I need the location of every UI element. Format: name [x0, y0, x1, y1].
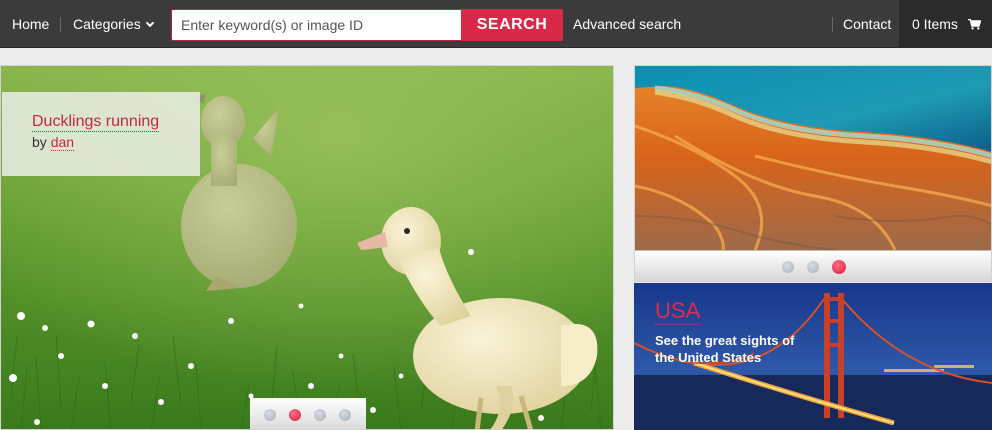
nav-categories-label: Categories	[73, 16, 141, 32]
hot-spring-photo	[635, 66, 991, 251]
hero-author-link[interactable]: dan	[50, 134, 75, 151]
usa-title-link[interactable]: USA	[655, 298, 701, 325]
cart-count: 0 Items	[912, 16, 958, 32]
contact-link[interactable]: Contact	[843, 0, 891, 48]
hero-caption: Ducklings running by dan	[2, 92, 200, 176]
hero-slide-dot-2[interactable]	[289, 409, 301, 421]
nav-separator	[832, 17, 833, 32]
feature-top-pagination	[635, 250, 991, 281]
usa-subtitle: See the great sights of the United State…	[655, 333, 795, 365]
feature-slide-dot-3[interactable]	[832, 260, 846, 274]
nav-home-link[interactable]: Home	[12, 0, 49, 48]
nav-separator	[60, 17, 61, 32]
hero-pagination	[250, 398, 366, 429]
hero-title-link[interactable]: Ducklings running	[32, 112, 160, 132]
feature-slide-dot-2[interactable]	[807, 261, 819, 273]
nav-categories-dropdown[interactable]: Categories	[73, 0, 154, 48]
top-nav: Home Categories SEARCH Advanced search C…	[0, 0, 992, 48]
hero-by-label: by	[32, 134, 47, 150]
search-button[interactable]: SEARCH	[461, 9, 563, 41]
shopping-cart-icon	[967, 1, 982, 30]
hero-byline: by dan	[32, 133, 200, 151]
hero-slider[interactable]: Ducklings running by dan	[0, 65, 614, 430]
search-bar: SEARCH	[171, 9, 563, 41]
chevron-down-icon	[145, 18, 154, 28]
feature-slide-dot-1[interactable]	[782, 261, 794, 273]
hero-slide-dot-1[interactable]	[264, 409, 276, 421]
feature-card-usa[interactable]: USA See the great sights of the United S…	[634, 283, 992, 430]
search-input[interactable]	[171, 9, 461, 41]
hero-slide-dot-3[interactable]	[314, 409, 326, 421]
cart-button[interactable]: 0 Items	[899, 0, 992, 48]
advanced-search-link[interactable]: Advanced search	[573, 0, 681, 48]
feature-slider-top[interactable]	[634, 65, 992, 282]
hero-slide-dot-4[interactable]	[339, 409, 351, 421]
